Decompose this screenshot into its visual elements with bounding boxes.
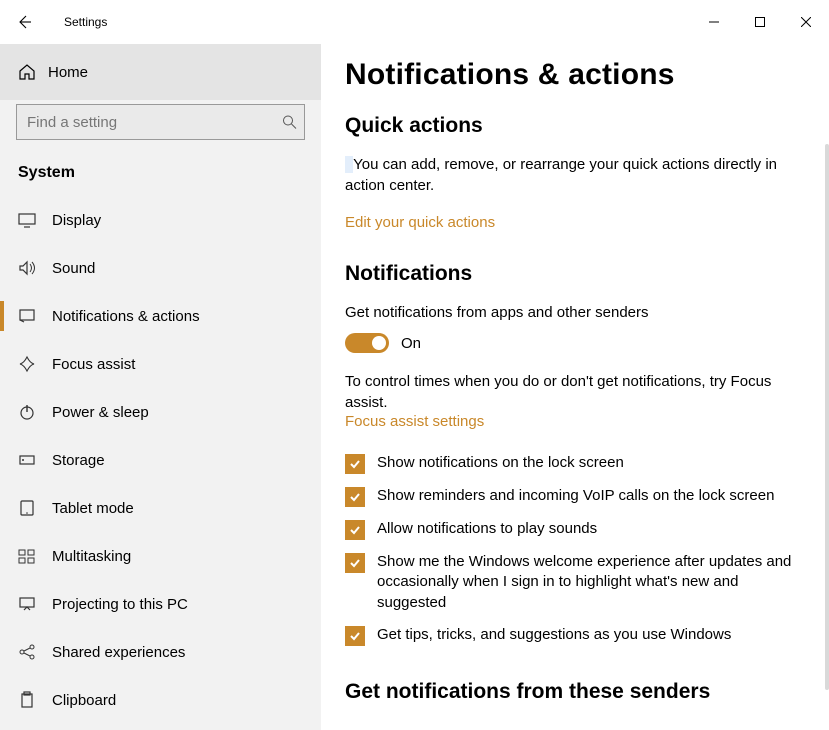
- sidebar-item-multitasking[interactable]: Multitasking: [0, 532, 321, 580]
- sidebar-item-label: Storage: [52, 452, 105, 469]
- sidebar-item-shared-experiences[interactable]: Shared experiences: [0, 628, 321, 676]
- sidebar-item-label: Sound: [52, 260, 95, 277]
- multitasking-icon: [18, 547, 36, 565]
- sound-icon: [18, 259, 36, 277]
- check-label: Show notifications on the lock screen: [377, 453, 624, 473]
- sidebar-item-sound[interactable]: Sound: [0, 244, 321, 292]
- checkbox-tips-tricks[interactable]: [345, 626, 365, 646]
- sidebar-nav: Display Sound Notifications & actions Fo…: [0, 196, 321, 730]
- projecting-icon: [18, 595, 36, 613]
- checkbox-welcome-experience[interactable]: [345, 553, 365, 573]
- sidebar-item-tablet-mode[interactable]: Tablet mode: [0, 484, 321, 532]
- sidebar-item-label: Multitasking: [52, 548, 131, 565]
- shared-icon: [18, 643, 36, 661]
- power-icon: [18, 403, 36, 421]
- back-button[interactable]: [0, 0, 48, 44]
- search-icon: [282, 115, 297, 130]
- checkbox-play-sounds[interactable]: [345, 520, 365, 540]
- close-button[interactable]: [783, 6, 829, 38]
- checkbox-lock-screen[interactable]: [345, 454, 365, 474]
- search-input-wrap: [16, 104, 305, 140]
- sidebar-item-focus-assist[interactable]: Focus assist: [0, 340, 321, 388]
- sidebar-item-label: Clipboard: [52, 692, 116, 709]
- sidebar-item-display[interactable]: Display: [0, 196, 321, 244]
- edit-quick-actions-link[interactable]: Edit your quick actions: [345, 214, 495, 231]
- sidebar-item-projecting[interactable]: Projecting to this PC: [0, 580, 321, 628]
- sidebar-item-storage[interactable]: Storage: [0, 436, 321, 484]
- sidebar-item-label: Shared experiences: [52, 644, 185, 661]
- notifications-toggle[interactable]: [345, 333, 389, 353]
- home-label: Home: [48, 64, 88, 81]
- search-input[interactable]: [16, 104, 305, 140]
- sidebar-item-label: Display: [52, 212, 101, 229]
- focus-assist-link[interactable]: Focus assist settings: [345, 413, 484, 430]
- window-controls: [691, 6, 829, 38]
- minimize-icon: [709, 17, 719, 27]
- maximize-icon: [755, 17, 765, 27]
- close-icon: [801, 17, 811, 27]
- sidebar-home[interactable]: Home: [0, 44, 321, 100]
- senders-header: Get notifications from these senders: [345, 680, 805, 704]
- page-title: Notifications & actions: [345, 58, 805, 92]
- sidebar-item-power-sleep[interactable]: Power & sleep: [0, 388, 321, 436]
- checkbox-reminders-voip[interactable]: [345, 487, 365, 507]
- toggle-state-label: On: [401, 335, 421, 352]
- scrollbar[interactable]: [825, 144, 829, 690]
- notifications-icon: [18, 307, 36, 325]
- sidebar-item-clipboard[interactable]: Clipboard: [0, 676, 321, 724]
- check-label: Show reminders and incoming VoIP calls o…: [377, 486, 774, 506]
- notifications-desc: Get notifications from apps and other se…: [345, 302, 785, 323]
- minimize-button[interactable]: [691, 6, 737, 38]
- sidebar-item-label: Power & sleep: [52, 404, 149, 421]
- check-label: Get tips, tricks, and suggestions as you…: [377, 625, 731, 645]
- storage-icon: [18, 451, 36, 469]
- check-row: Show me the Windows welcome experience a…: [345, 552, 805, 613]
- maximize-button[interactable]: [737, 6, 783, 38]
- sidebar-item-label: Tablet mode: [52, 500, 134, 517]
- check-label: Show me the Windows welcome experience a…: [377, 552, 805, 613]
- sidebar-item-label: Focus assist: [52, 356, 135, 373]
- arrow-left-icon: [16, 14, 32, 30]
- check-row: Show notifications on the lock screen: [345, 453, 805, 474]
- titlebar: Settings: [0, 0, 829, 44]
- sidebar: Home System Display Sound Notifications …: [0, 44, 321, 730]
- sidebar-item-label: Notifications & actions: [52, 308, 200, 325]
- focus-assist-icon: [18, 355, 36, 373]
- home-icon: [18, 63, 36, 81]
- quick-actions-desc: You can add, remove, or rearrange your q…: [345, 154, 785, 196]
- content-pane: Notifications & actions Quick actions Yo…: [321, 44, 829, 730]
- check-row: Get tips, tricks, and suggestions as you…: [345, 625, 805, 646]
- focus-assist-help: To control times when you do or don't ge…: [345, 371, 785, 413]
- tablet-icon: [18, 499, 36, 517]
- check-row: Show reminders and incoming VoIP calls o…: [345, 486, 805, 507]
- quick-actions-header: Quick actions: [345, 114, 805, 138]
- sidebar-section-header: System: [0, 150, 321, 196]
- sidebar-item-notifications[interactable]: Notifications & actions: [0, 292, 321, 340]
- check-row: Allow notifications to play sounds: [345, 519, 805, 540]
- display-icon: [18, 211, 36, 229]
- clipboard-icon: [18, 691, 36, 709]
- notifications-header: Notifications: [345, 262, 805, 286]
- check-label: Allow notifications to play sounds: [377, 519, 597, 539]
- sidebar-item-label: Projecting to this PC: [52, 596, 188, 613]
- window-title: Settings: [48, 15, 107, 29]
